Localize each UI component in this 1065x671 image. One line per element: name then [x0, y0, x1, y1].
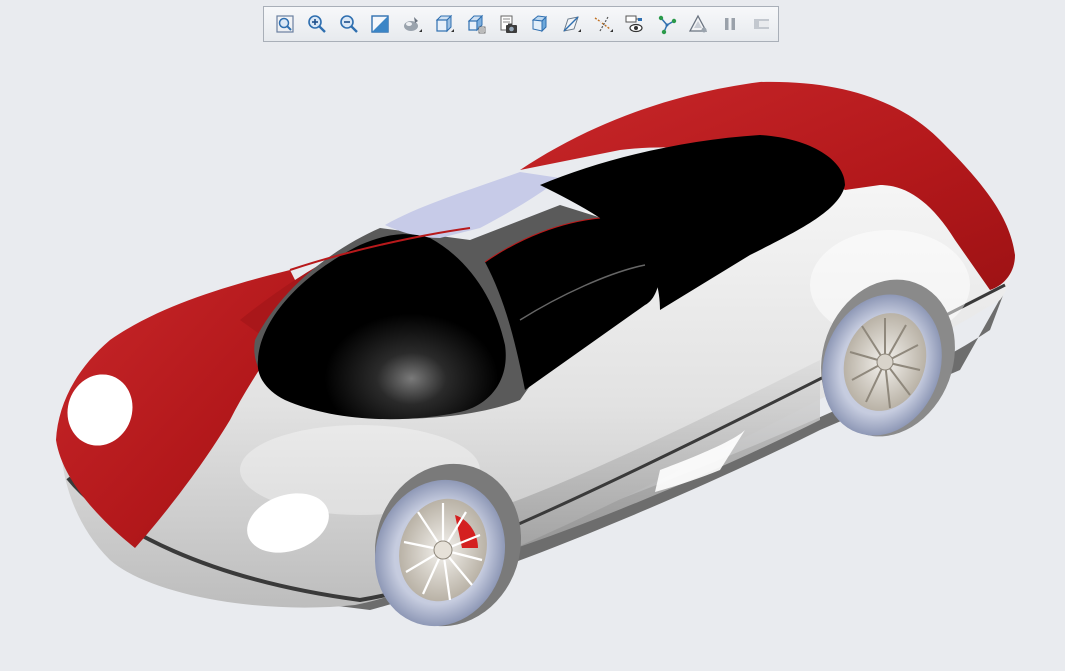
graphics-viewport[interactable]	[0, 0, 1065, 671]
sports-car-model[interactable]	[0, 0, 1065, 671]
